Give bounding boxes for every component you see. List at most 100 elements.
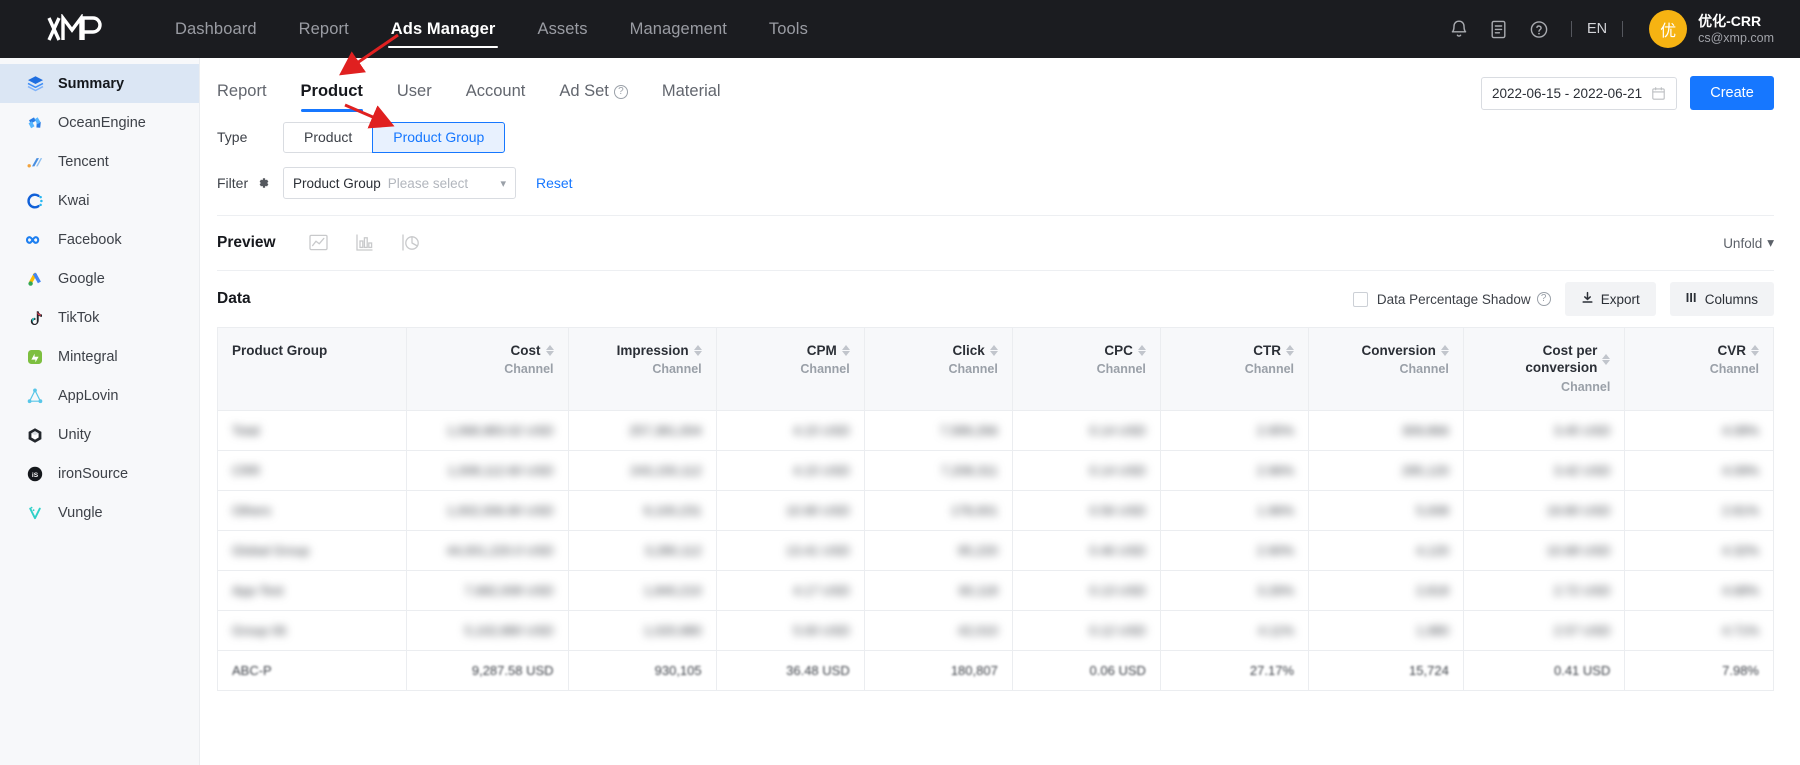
- sort-icon[interactable]: [841, 345, 850, 357]
- tab-user-label: User: [396, 82, 432, 100]
- table-cell: 27.17%: [1160, 650, 1310, 691]
- column-header-cost-per-conversion[interactable]: Cost per conversion Channel: [1463, 328, 1626, 411]
- sidebar-item-label: Facebook: [58, 231, 122, 248]
- table-row[interactable]: Group 06 5,102,880 USD 1,020,980 5.00 USD 42…: [218, 610, 1773, 651]
- sort-icon[interactable]: [1286, 345, 1294, 357]
- nav-management[interactable]: Management: [609, 0, 748, 58]
- sort-icon[interactable]: [545, 345, 554, 357]
- reset-button[interactable]: Reset: [536, 175, 573, 191]
- unfold-toggle[interactable]: Unfold ▾: [1723, 235, 1774, 251]
- tab-account[interactable]: Account: [449, 76, 543, 114]
- xmp-logo-icon[interactable]: [44, 12, 106, 46]
- sidebar-item-kwai[interactable]: Kwai: [0, 181, 199, 220]
- table-cell: 60,118: [864, 570, 1013, 611]
- table-cell: 2.57 USD: [1463, 610, 1626, 651]
- sidebar-item-unity[interactable]: Unity: [0, 415, 199, 454]
- bar-chart-icon[interactable]: [354, 232, 376, 254]
- column-header-product-group[interactable]: Product Group: [218, 328, 407, 411]
- column-subtitle: Channel: [1399, 362, 1449, 377]
- sort-icon[interactable]: [989, 345, 998, 357]
- help-icon[interactable]: [1519, 9, 1559, 49]
- data-percentage-shadow-checkbox[interactable]: [1352, 291, 1368, 307]
- nav-assets[interactable]: Assets: [516, 0, 608, 58]
- table-row[interactable]: CRR 1,008,112.60 USD 243,150,112 4.15 USD 7,…: [218, 450, 1773, 491]
- column-header-cost[interactable]: Cost Channel: [406, 328, 569, 411]
- line-chart-icon[interactable]: [308, 232, 330, 254]
- type-label: Type: [217, 129, 248, 145]
- help-icon[interactable]: ?: [613, 84, 628, 99]
- table-cell: 9,100,231: [568, 490, 717, 531]
- sidebar-item-oceanengine[interactable]: OceanEngine: [0, 103, 199, 142]
- nav-dashboard[interactable]: Dashboard: [154, 0, 278, 58]
- sidebar-item-ironsource[interactable]: iS ironSource: [0, 454, 199, 493]
- table-cell: 19.80 USD: [1463, 490, 1626, 531]
- table-cell: 2,818: [1308, 570, 1464, 611]
- data-section-header: Data Data Percentage Shadow ? Export Col…: [210, 271, 1800, 327]
- sidebar-item-mintegral[interactable]: Mintegral: [0, 337, 199, 376]
- date-range-picker[interactable]: 2022-06-15 - 2022-06-21: [1481, 76, 1677, 110]
- filter-label: Filter: [217, 175, 249, 191]
- nav-tools[interactable]: Tools: [748, 0, 829, 58]
- sidebar-item-label: AppLovin: [58, 387, 119, 404]
- column-header-impression[interactable]: Impression Channel: [568, 328, 717, 411]
- tab-material[interactable]: Material: [645, 76, 738, 114]
- language-switcher[interactable]: EN: [1584, 21, 1610, 37]
- facebook-icon: [25, 230, 45, 250]
- document-icon[interactable]: [1479, 9, 1519, 49]
- table-row[interactable]: Others 1,002,006.80 USD 9,100,231 10.90 USD…: [218, 490, 1773, 531]
- column-header-cpc[interactable]: CPC Channel: [1012, 328, 1161, 411]
- tab-product[interactable]: Product: [284, 76, 380, 114]
- sidebar-item-summary[interactable]: Summary: [0, 64, 199, 103]
- nav-management-label: Management: [629, 19, 727, 38]
- sidebar-item-tencent[interactable]: Tencent: [0, 142, 199, 181]
- tab-report[interactable]: Report: [217, 76, 284, 114]
- help-icon[interactable]: ?: [1536, 292, 1551, 306]
- sort-icon[interactable]: [693, 345, 702, 357]
- data-percentage-shadow-toggle[interactable]: Data Percentage Shadow ?: [1352, 291, 1551, 307]
- bell-icon[interactable]: [1439, 9, 1479, 49]
- sidebar-item-vungle[interactable]: Vungle: [0, 493, 199, 532]
- sort-icon[interactable]: [1440, 345, 1449, 357]
- sidebar-item-label: Kwai: [58, 192, 90, 209]
- type-option-product[interactable]: Product: [283, 121, 374, 153]
- sidebar-item-applovin[interactable]: AppLovin: [0, 376, 199, 415]
- table-row[interactable]: Total 1,068,983.02 USD 257,381,004 4.15 USD…: [218, 410, 1773, 451]
- sidebar-item-label: Google: [58, 270, 105, 287]
- sort-icon[interactable]: [1137, 345, 1146, 357]
- tab-ad-set[interactable]: Ad Set ?: [542, 76, 645, 114]
- table-cell: 0.14 USD: [1012, 450, 1161, 491]
- sidebar-item-label: Unity: [58, 426, 92, 443]
- sidebar-item-tiktok[interactable]: TikTok: [0, 298, 199, 337]
- export-button[interactable]: Export: [1564, 282, 1656, 316]
- data-table-wrapper[interactable]: Product Group Cost Channel Impression Ch…: [217, 327, 1774, 691]
- table-cell: 4.11%: [1160, 610, 1310, 651]
- type-segmented-control: Product Product Group: [283, 121, 506, 153]
- nav-ads-manager[interactable]: Ads Manager: [370, 0, 517, 58]
- table-row[interactable]: Global Group 44,001,220.0 USD 3,280,112 13.…: [218, 530, 1773, 571]
- sort-icon[interactable]: [1602, 353, 1611, 365]
- type-option-product-group[interactable]: Product Group: [372, 121, 506, 153]
- sub-tab-bar: Report Product User Account Ad Set ? Mat…: [210, 58, 1800, 114]
- table-row[interactable]: ABC-P 9,287.58 USD 930,105 36.48 USD 180,807…: [218, 650, 1773, 691]
- product-group-select[interactable]: Product Group Please select ▾: [283, 167, 516, 199]
- column-header-click[interactable]: Click Channel: [864, 328, 1013, 411]
- columns-button[interactable]: Columns: [1669, 282, 1774, 316]
- sidebar-item-google[interactable]: Google: [0, 259, 199, 298]
- columns-label: Columns: [1704, 291, 1758, 307]
- create-button[interactable]: Create: [1690, 76, 1774, 110]
- table-cell: 10.68 USD: [1463, 530, 1626, 571]
- pie-chart-icon[interactable]: [400, 232, 422, 254]
- sort-icon[interactable]: [1751, 345, 1759, 357]
- nav-report[interactable]: Report: [278, 0, 370, 58]
- column-header-conversion[interactable]: Conversion Channel: [1308, 328, 1464, 411]
- column-header-cpm[interactable]: CPM Channel: [716, 328, 865, 411]
- table-row[interactable]: App-Test 7,682,008 USD 1,840,210 4.17 USD 60…: [218, 570, 1773, 611]
- avatar[interactable]: 优: [1649, 10, 1688, 48]
- column-title: Cost per conversion: [1525, 343, 1598, 376]
- column-header-ctr[interactable]: CTR Channel: [1160, 328, 1310, 411]
- tab-user[interactable]: User: [380, 76, 449, 114]
- sidebar-item-facebook[interactable]: Facebook: [0, 220, 199, 259]
- user-info[interactable]: 优化-CRR cs@xmp.com: [1698, 12, 1774, 46]
- gear-icon[interactable]: [256, 176, 270, 190]
- column-header-cvr[interactable]: CVR Channel: [1624, 328, 1773, 411]
